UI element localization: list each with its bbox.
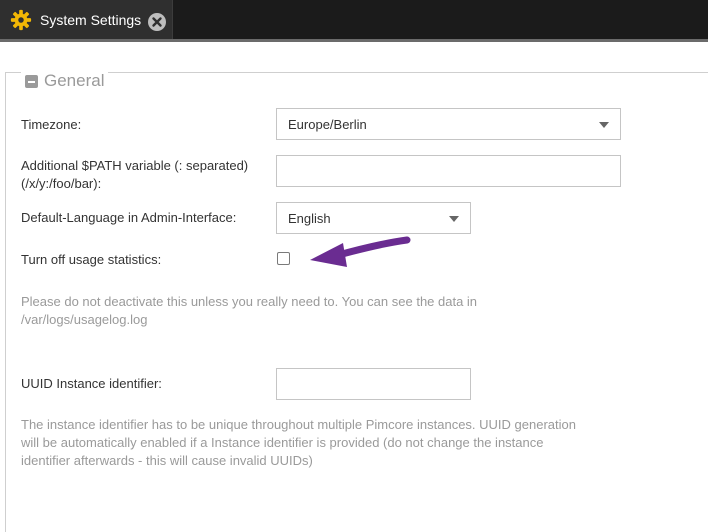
usage-help-line2: /var/logs/usagelog.log [21,312,148,327]
tab-title: System Settings [40,12,142,28]
usage-label: Turn off usage statistics: [21,252,162,267]
chevron-down-icon[interactable] [599,122,609,128]
tab-system-settings[interactable]: System Settings [0,0,173,39]
uuid-help-text: The instance identifier has to be unique… [21,416,576,470]
timezone-value: Europe/Berlin [288,117,367,132]
gear-icon [10,9,32,31]
path-input[interactable] [276,155,621,187]
arrow-annotation [310,236,411,267]
language-value: English [288,211,331,226]
path-label: Additional $PATH variable (: separated) … [21,157,248,193]
tab-bar: System Settings [0,0,708,39]
timezone-label: Timezone: [21,117,82,132]
usage-help-line1: Please do not deactivate this unless you… [21,294,478,309]
uuid-help-line1: The instance identifier has to be unique… [21,417,576,432]
path-label-line2: (/x/y:/foo/bar): [21,176,102,191]
uuid-help-line2: will be automatically enabled if a Insta… [21,435,544,450]
language-label: Default-Language in Admin-Interface: [21,210,237,225]
general-legend[interactable]: General [21,71,109,91]
usage-checkbox[interactable] [277,252,290,265]
chevron-down-icon[interactable] [449,216,459,222]
close-icon[interactable] [147,12,167,32]
section-title: General [44,71,105,90]
path-label-line1: Additional $PATH variable (: separated) [21,158,249,173]
usage-help-text: Please do not deactivate this unless you… [21,293,477,329]
language-select[interactable]: English [276,202,471,234]
collapse-icon[interactable] [25,74,38,88]
uuid-help-line3: identifier afterwards - this will cause … [21,453,313,468]
uuid-label: UUID Instance identifier: [21,376,162,391]
uuid-input[interactable] [276,368,471,400]
timezone-select[interactable]: Europe/Berlin [276,108,621,140]
